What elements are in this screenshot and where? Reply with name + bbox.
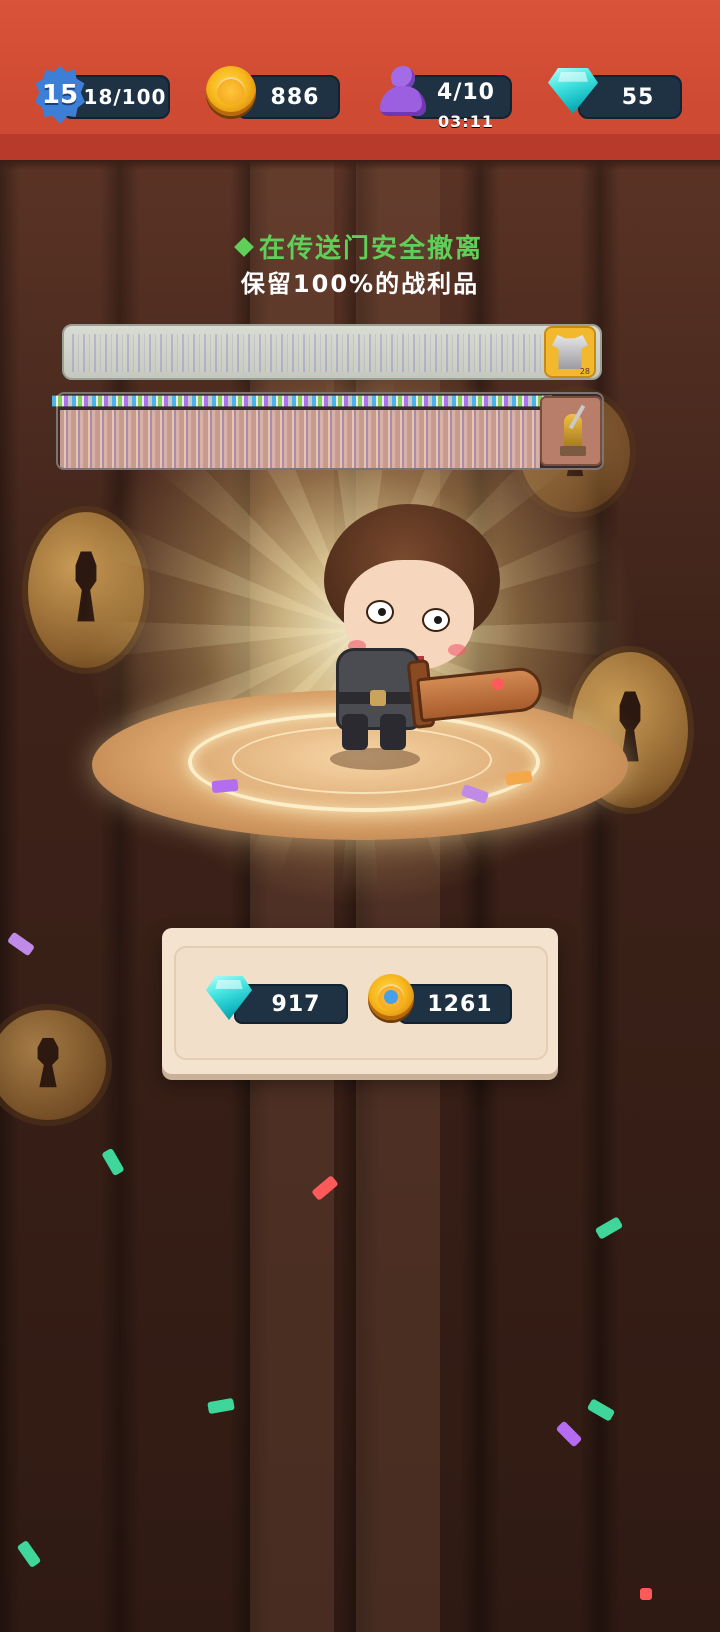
energy-value: 4/10 [437,79,495,105]
pawn-body [380,86,426,116]
reward-coin-value: 1261 [427,991,493,1017]
coin-gem-inlay [384,990,398,1004]
armor-count: 28 [579,367,590,376]
statue-base [560,446,586,456]
hero-buckle [370,690,386,706]
hero-shadow [330,748,420,770]
hero-character[interactable] [300,500,560,780]
reward-coin-counter: 1261 [398,984,512,1024]
hero-eye [366,600,394,624]
level-value: 15 [41,80,79,110]
energy-timer: 03:11 [438,112,494,131]
confetti [492,678,504,690]
diamond-bullet-icon [234,236,254,257]
reward-gem-value: 917 [271,991,321,1017]
hero-leg [380,714,406,750]
hero-cheek [448,644,466,656]
hero-leg [342,714,368,750]
xp-value: 18/100 [83,85,167,109]
coin-value: 886 [270,84,320,110]
confetti [640,1588,652,1600]
gold-coin-icon [206,66,256,116]
confetti [211,778,239,794]
wooden-sword-icon [416,665,544,723]
loot-retention-message: 保留100%的战利品 [240,270,480,298]
evacuation-message-text: 在传送门安全撤离 [258,234,483,264]
reward-panel: 917 1261 [162,928,558,1074]
evacuation-message: 在传送门安全撤离 [0,228,720,265]
loot-cards-strip [60,410,540,468]
hud-shadow [0,160,720,170]
loot-row-equipment [62,324,602,380]
hero-eye [422,608,450,632]
energy-pawn-icon [378,66,428,118]
gem-value: 55 [621,84,655,110]
armor-icon [552,335,588,369]
armor-item-slot[interactable]: 28 [544,326,596,378]
loot-items-strip [72,334,542,372]
statue-item-slot[interactable] [540,396,602,466]
